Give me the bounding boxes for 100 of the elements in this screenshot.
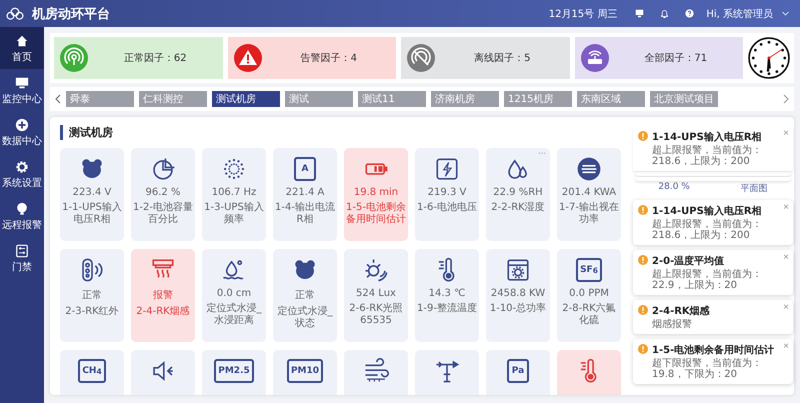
sidebar-item[interactable]: 系统设置 [0,153,44,195]
tab[interactable]: 测试11 [358,91,426,107]
sensor-tile[interactable]: 19.8 min 1-5-电池剩余备用时间估计 [344,148,408,241]
sensor-value: 524 Lux [356,288,396,299]
sensor-tile[interactable]: 96.2 % 1-2-电池容量百分比 [131,148,195,241]
sensor-value: 28.0 % [658,182,690,194]
sensor-name: 1-2-电池容量百分比 [133,202,193,225]
notification-message: 烟感报警 [652,319,693,330]
sensor-value: 221.4 A [286,187,324,198]
sensor-name: 1-5-电池剩余备用时间估计 [346,202,406,225]
sensor-tile[interactable]: PM10 [273,350,337,395]
stat-label: 告警因子：4 [300,52,358,65]
stat-label: 离线因子：5 [473,52,532,65]
sensor-tile[interactable]: 106.7 Hz 1-3-UPS输入频率 [202,148,266,241]
sensor-name: 1-3-UPS输入频率 [204,202,264,225]
sensor-name: 1-10-总功率 [490,303,546,314]
tab[interactable]: 测试 [285,91,353,107]
sensor-value: 201.4 KWA [562,187,616,198]
sensor-name: 1-4-输出电流R相 [275,202,335,225]
warning-icon [638,344,648,354]
tab[interactable]: 舜泰 [66,91,134,107]
warning-icon [638,205,648,215]
close-button[interactable]: × [783,203,789,213]
striped-disc-icon [576,156,602,182]
stat-label: 全部因子：71 [643,52,708,65]
sun-icon [363,257,389,283]
weather-vane-icon [434,358,460,384]
more-icon[interactable]: ··· [538,149,546,158]
sensor-value: 0.0 PPM [569,288,609,299]
app-title: 机房动环平台 [32,6,110,22]
sidebar-item[interactable]: 数据中心 [0,111,44,153]
sensor-name: 1-9-整流温度 [417,303,477,314]
sensor-tile[interactable]: 正常 定位式水浸_状态 [273,249,337,342]
sensor-value: 22.9 %RH [493,187,543,198]
sensor-tile[interactable]: PM2.5 [202,350,266,395]
close-button[interactable]: × [783,342,789,352]
signal-icon [60,44,88,72]
close-button[interactable]: × [783,303,789,313]
chevron-right-icon[interactable] [782,93,790,105]
notification-message: 超上限报警，当前值为：218.6，上限为：200 [652,219,763,241]
sensor-value: 正常 [295,288,315,302]
no-signal-icon [407,44,435,72]
sensor-tile[interactable]: 报警 2-4-RK烟感 [131,249,195,342]
monitor-icon[interactable] [635,9,644,18]
sensor-tile[interactable]: 2458.8 KW 1-10-总功率 [486,249,550,342]
dot-ring-icon [221,156,247,182]
sensor-name: 1-1-UPS输入电压R相 [62,202,122,225]
sensor-tile[interactable]: 0.0 cm 定位式水浸_水浸距离 [202,249,266,342]
sensor-tile[interactable]: 524 Lux 2-6-RK光照65535 [344,249,408,342]
tab[interactable]: 1215机房 [504,91,572,107]
sensor-tile[interactable]: 正常 2-3-RK红外 [60,249,124,342]
sidebar-item[interactable]: 远程报警 [0,195,44,237]
tab[interactable]: 仁科测控 [139,91,207,107]
sensor-name: 1-6-电池电压 [417,202,477,214]
sensor-value: 正常 [82,288,102,302]
settings-icon [15,160,29,174]
chevron-down-icon[interactable] [781,9,790,18]
sidebar-item[interactable]: 监控中心 [0,69,44,111]
notification-title: 1-5-电池剩余备用时间估计 [652,344,776,357]
sensor-tile[interactable]: 219.3 V 1-6-电池电压 [415,148,479,241]
warning-icon [638,255,648,265]
unit-icon: PM2.5 [214,359,254,383]
sensor-value: 106.7 Hz [212,187,256,198]
router-icon [580,44,608,72]
tab[interactable]: 东南区域 [577,91,645,107]
sensor-tile[interactable]: Pa [486,350,550,395]
sensor-name: 定位式水浸_水浸距离 [206,303,262,326]
sensor-tile[interactable]: ··· 22.9 %RH 2-2-RK湿度 [486,148,550,241]
cloud-logo-icon [6,6,24,21]
sidebar-item[interactable]: 门禁 [0,237,44,279]
close-button[interactable]: × [783,129,789,139]
wind-icon [363,358,389,384]
warning-icon [638,131,648,141]
notification-message: 超下限报警，当前值为：19.8，下限为：20 [652,358,763,380]
help-icon[interactable] [685,9,694,18]
unit-icon: Pa [507,359,529,383]
tab[interactable]: 北京测试项目 [650,91,718,107]
home-icon [15,34,29,48]
tab[interactable]: 济南机房 [431,91,499,107]
close-button[interactable]: × [783,253,789,263]
sensor-tile[interactable]: A 221.4 A 1-4-输出电流R相 [273,148,337,241]
sidebar-item[interactable]: 首页 [0,27,44,69]
floor-plan-link[interactable]: 平面图 [740,182,768,195]
stat-label: 正常因子：62 [122,52,188,65]
sensor-value: 报警 [153,288,173,302]
user-menu[interactable]: Hi, 系统管理员 [706,6,773,20]
chevron-left-icon[interactable] [54,93,62,105]
sensor-tile[interactable]: 201.4 KWA 1-7-输出视在功率 [557,148,621,241]
clock-icon [748,37,790,79]
sensor-tile[interactable]: 14.3 ℃ 1-9-整流温度 [415,249,479,342]
sensor-name: 2-4-RK烟感 [136,306,190,318]
unit-icon: PM10 [286,359,324,383]
tab[interactable]: 测试机房 [212,91,280,107]
panel-icon [15,244,29,258]
sensor-value: 19.8 min [354,187,398,198]
sensor-name: 1-7-输出视在功率 [559,202,619,225]
plus-icon [15,118,29,132]
sensor-tile[interactable]: 223.4 V 1-1-UPS输入电压R相 [60,148,124,241]
sensor-name: 2-3-RK红外 [65,306,119,318]
bell-icon[interactable] [660,9,670,18]
